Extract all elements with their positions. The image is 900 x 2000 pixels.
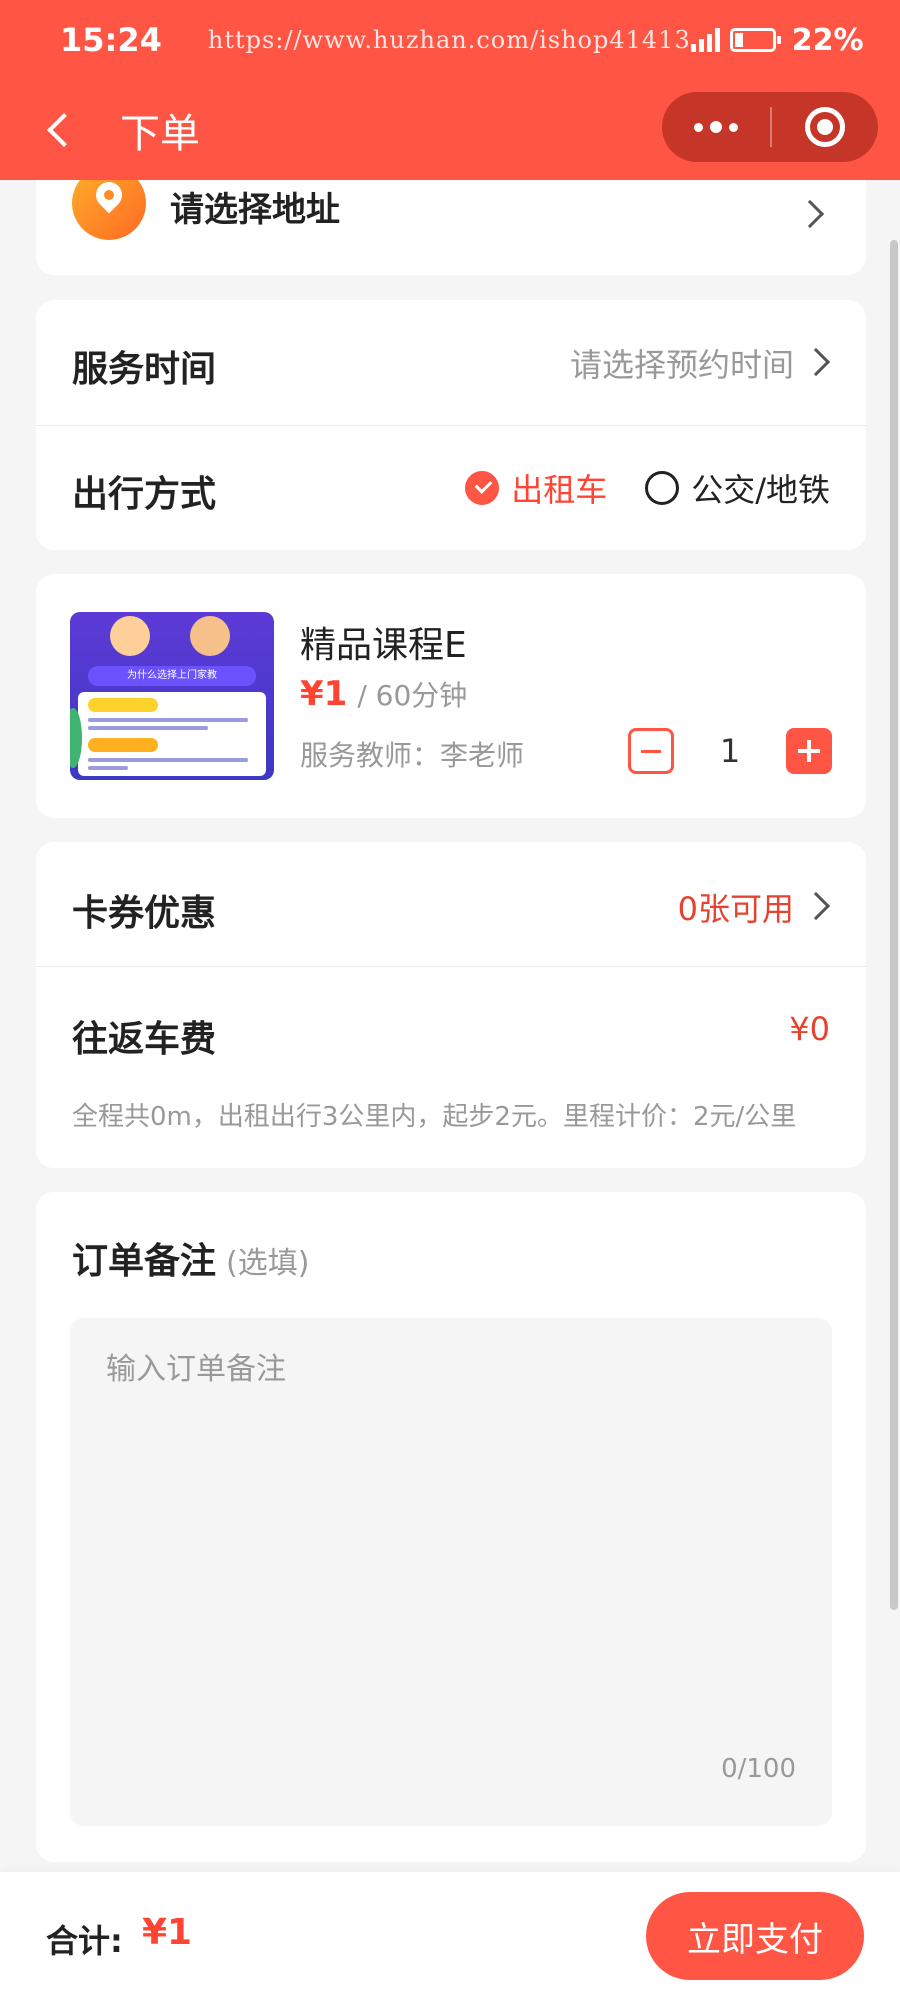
address-label: 请选择地址 — [170, 190, 340, 230]
back-icon[interactable] — [30, 100, 90, 160]
chevron-right-icon — [801, 891, 831, 921]
remark-title: 订单备注 — [72, 1241, 217, 1282]
divider — [36, 425, 866, 426]
course-price: ¥1 — [300, 674, 348, 714]
remark-title-row: 订单备注 (选填) — [72, 1232, 309, 1284]
radio-unchecked-icon — [645, 471, 680, 505]
service-time-row[interactable]: 服务时间 请选择预约时间 — [36, 300, 866, 425]
more-icon[interactable] — [662, 92, 770, 162]
remark-textarea[interactable] — [70, 1318, 832, 1826]
quantity-value: 1 — [719, 732, 741, 770]
status-time: 15:24 — [60, 21, 162, 59]
battery-icon — [729, 28, 781, 52]
status-bar: 15:24 https://www.huzhan.com/ishop41413 … — [0, 0, 900, 80]
quantity-stepper: 1 — [628, 728, 832, 774]
status-icons: 22% — [690, 22, 864, 58]
remark-card: 订单备注 (选填) 0/100 — [36, 1192, 866, 1862]
course-price-row: ¥1 / 60分钟 — [300, 674, 467, 714]
coupon-row[interactable]: 卡券优惠 0张可用 — [36, 842, 866, 966]
page-title: 下单 — [120, 111, 200, 157]
pay-now-button[interactable]: 立即支付 — [646, 1892, 864, 1980]
course-title: 精品课程E — [300, 625, 467, 666]
total-amount: ¥1 — [142, 1912, 193, 1953]
plus-icon[interactable] — [786, 728, 832, 774]
radio-checked-icon — [465, 471, 500, 505]
signal-icon — [690, 28, 720, 52]
remark-char-count: 0/100 — [721, 1754, 796, 1784]
chevron-right-icon — [801, 347, 831, 377]
chevron-right-icon — [795, 199, 825, 229]
course-duration: / 60分钟 — [357, 679, 468, 712]
fare-card: 卡券优惠 0张可用 往返车费 ¥0 全程共0m，出租出行3公里内，起步2元。里程… — [36, 842, 866, 1168]
service-time-placeholder: 请选择预约时间 — [569, 346, 794, 384]
close-miniprogram-icon[interactable] — [772, 92, 878, 162]
fare-value: ¥0 — [789, 1010, 830, 1048]
minus-icon[interactable] — [628, 728, 674, 774]
watermark-url: https://www.huzhan.com/ishop41413 — [207, 26, 691, 54]
miniprogram-capsule — [662, 92, 878, 162]
battery-percent: 22% — [791, 22, 864, 58]
coupon-label: 卡券优惠 — [72, 893, 217, 934]
bottom-bar: 合计: ¥1 立即支付 — [0, 1872, 900, 2000]
total-label: 合计: — [46, 1922, 123, 1960]
fare-label: 往返车费 — [72, 1019, 217, 1060]
remark-optional-hint: (选填) — [226, 1246, 310, 1281]
course-card: 为什么选择上门家教 精品课程E ¥1 / 60分钟 服务教师：李老师 1 — [36, 574, 866, 818]
fare-description: 全程共0m，出租出行3公里内，起步2元。里程计价：2元/公里 — [72, 1102, 797, 1132]
thumbnail-banner-text: 为什么选择上门家教 — [88, 666, 256, 686]
coupon-available: 0张可用 — [677, 890, 794, 928]
course-thumbnail: 为什么选择上门家教 — [70, 612, 274, 780]
radio-taxi-label: 出租车 — [511, 471, 608, 509]
course-teacher: 服务教师：李老师 — [300, 739, 525, 772]
service-card: 服务时间 请选择预约时间 出行方式 出租车 公交/地铁 — [36, 300, 866, 550]
header: 15:24 https://www.huzhan.com/ishop41413 … — [0, 0, 900, 180]
travel-mode-options: 出租车 公交/地铁 — [427, 465, 830, 511]
divider — [36, 966, 866, 967]
travel-mode-label: 出行方式 — [72, 474, 217, 515]
radio-bus-subway-label: 公交/地铁 — [691, 471, 830, 509]
nav-bar: 下单 — [0, 80, 900, 180]
radio-bus-subway[interactable]: 公交/地铁 — [645, 465, 830, 511]
scrollbar[interactable] — [890, 240, 898, 1610]
service-time-label: 服务时间 — [72, 349, 217, 390]
radio-taxi[interactable]: 出租车 — [465, 465, 607, 511]
